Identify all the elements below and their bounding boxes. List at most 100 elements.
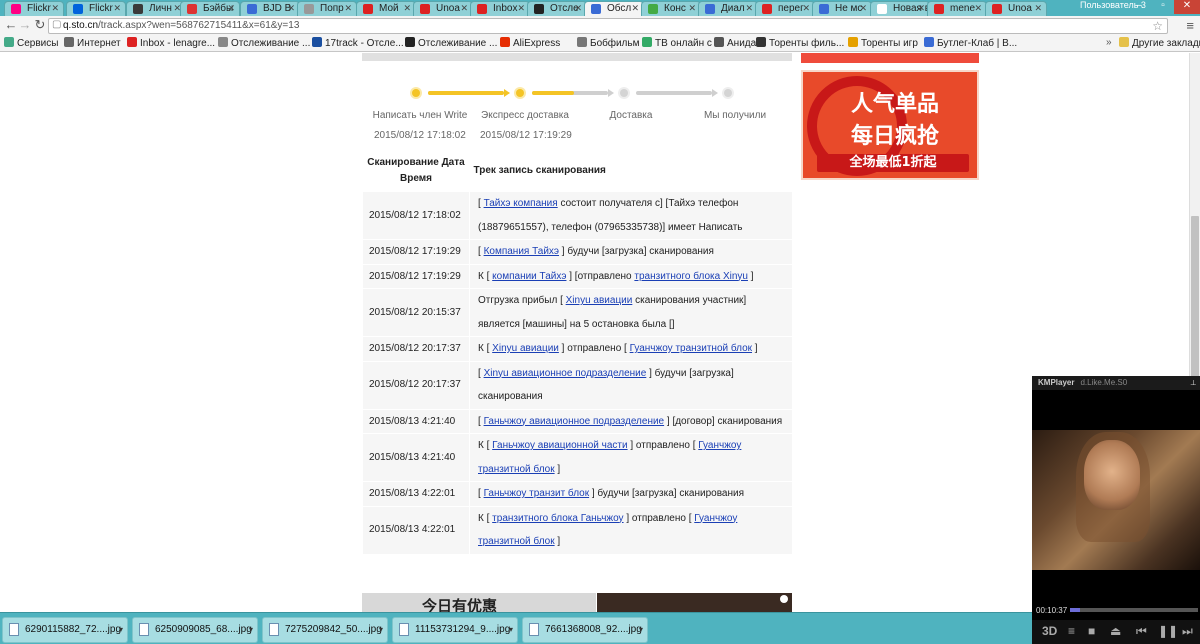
bookmark-7[interactable]: AliExpress [500, 37, 560, 49]
tab-close-icon[interactable]: ✕ [51, 2, 59, 15]
tab-close-icon[interactable]: ✕ [344, 2, 352, 15]
tab-close-icon[interactable]: ✕ [227, 2, 235, 15]
tab-15[interactable]: Не мс ✕ [812, 1, 872, 16]
previous-icon[interactable]: ⏮ [1136, 624, 1147, 639]
maximize-button[interactable]: ▫ [1150, 0, 1176, 14]
tab-11[interactable]: Обсл ✕ [584, 1, 644, 16]
record-link[interactable]: компании Тайхэ [492, 271, 566, 282]
record-link[interactable]: транзитного блока Xinyu [634, 271, 748, 282]
bookmark-9[interactable]: ТВ онлайн с [642, 37, 712, 49]
tab-17[interactable]: mene ✕ [927, 1, 987, 16]
tab-favicon [705, 4, 715, 14]
tab-close-icon[interactable]: ✕ [745, 2, 753, 15]
tab-13[interactable]: Диал ✕ [698, 1, 758, 16]
tab-close-icon[interactable]: ✕ [688, 2, 696, 15]
kmplayer-titlebar[interactable]: KMPlayer d.Like.Me.S0 ⟂ [1032, 376, 1200, 390]
bookmark-6[interactable]: Отслеживание ... [405, 37, 497, 49]
bookmark-12[interactable]: Торенты игр [848, 37, 918, 49]
minimize-button[interactable]: – [1126, 0, 1152, 14]
tab-close-icon[interactable]: ✕ [460, 2, 468, 15]
close-window-button[interactable]: ✕ [1174, 0, 1200, 14]
next-icon[interactable]: ⏭ [1182, 624, 1193, 639]
chevron-down-icon[interactable]: ▾ [119, 618, 123, 642]
3d-icon[interactable]: 3D [1042, 624, 1057, 638]
bookmark-10[interactable]: Анидаб [714, 37, 762, 49]
tab-18[interactable]: Unoa ✕ [985, 1, 1047, 16]
download-item[interactable]: 11153731294_9....jpg ▾ [392, 617, 518, 643]
chevron-down-icon[interactable]: ▾ [379, 618, 383, 642]
stop-icon[interactable]: ■ [1088, 624, 1095, 638]
tab-close-icon[interactable]: ✕ [859, 2, 867, 15]
bottom-ad-right[interactable] [597, 593, 792, 612]
tab-close-icon[interactable]: ✕ [517, 2, 525, 15]
ad-close-icon[interactable] [780, 595, 788, 603]
seek-bar[interactable] [1070, 608, 1198, 612]
other-bookmarks[interactable]: Другие закладки [1119, 37, 1200, 49]
forward-icon[interactable]: → [18, 18, 32, 32]
chevron-down-icon[interactable]: ▾ [639, 618, 643, 642]
tab-10[interactable]: Отсле ✕ [527, 1, 587, 16]
back-icon[interactable]: ← [4, 18, 18, 32]
video-frame[interactable] [1032, 430, 1200, 570]
bookmark-5[interactable]: 17track - Отсле... [312, 37, 404, 49]
tab-6[interactable]: Попр ✕ [297, 1, 357, 16]
record-link[interactable]: Ганьчжоу транзит блок [484, 488, 590, 499]
tab-12[interactable]: Конс ✕ [641, 1, 701, 16]
chevron-down-icon[interactable]: ▾ [249, 618, 253, 642]
download-item[interactable]: 6290115882_72....jpg ▾ [2, 617, 128, 643]
tab-close-icon[interactable]: ✕ [403, 2, 411, 15]
tab-close-icon[interactable]: ✕ [974, 2, 982, 15]
bookmark-13[interactable]: Бутлег-Клаб | В... [924, 37, 1017, 49]
address-bar[interactable]: ▢ q.sto.cn/track.aspx?wen=568762715411&x… [48, 18, 1168, 34]
reload-icon[interactable]: ↻ [33, 18, 47, 32]
tab-3[interactable]: Личн ✕ [126, 1, 186, 16]
bookmark-3[interactable]: Inbox - lenagre... [127, 37, 215, 49]
record-link[interactable]: Xinyu авиационное подразделение [484, 368, 647, 379]
menu-icon[interactable]: ≡ [1186, 18, 1194, 33]
tab-8[interactable]: Unoa ✕ [413, 1, 473, 16]
bookmark-8[interactable]: Бобфильм [577, 37, 639, 49]
url-host: q.sto.cn [63, 20, 99, 31]
tab-9[interactable]: Inbox ✕ [470, 1, 530, 16]
download-item[interactable]: 7275209842_50....jpg ▾ [262, 617, 388, 643]
tab-1[interactable]: Flickr ✕ [4, 1, 64, 16]
record-link[interactable]: Гуанчжоу транзитной блок [630, 343, 752, 354]
bookmark-11[interactable]: Торенты филь... [756, 37, 844, 49]
eject-icon[interactable]: ⏏ [1110, 624, 1121, 638]
tab-close-icon[interactable]: ✕ [1034, 2, 1042, 15]
tab-7[interactable]: Мой ✕ [356, 1, 416, 16]
record-link[interactable]: транзитного блока Ганьчжоу [492, 513, 623, 524]
menu-icon[interactable]: ≡ [1068, 624, 1075, 638]
record-link[interactable]: Компания Тайхэ [484, 246, 559, 257]
bottom-ad-left[interactable]: 今日有优惠 [362, 593, 596, 612]
chevron-down-icon[interactable]: ▾ [509, 618, 513, 642]
ad-banner-top[interactable] [801, 53, 979, 63]
record-link[interactable]: Ганьчжоу авиационной части [492, 440, 627, 451]
download-item[interactable]: 6250909085_68....jpg ▾ [132, 617, 258, 643]
tab-4[interactable]: Бэйбы ✕ [180, 1, 240, 16]
more-bookmarks-chevron[interactable]: » [1106, 37, 1112, 48]
ad-banner[interactable]: 人气单品 每日疯抢 全场最低1折起 [801, 70, 979, 180]
download-item[interactable]: 7661368008_92....jpg ▾ [522, 617, 648, 643]
tab-close-icon[interactable]: ✕ [631, 2, 639, 15]
tab-close-icon[interactable]: ✕ [113, 2, 121, 15]
record-link[interactable]: Xinyu авиации [566, 295, 633, 306]
tab-close-icon[interactable]: ✕ [574, 2, 582, 15]
tab-14[interactable]: перег ✕ [755, 1, 815, 16]
tab-16[interactable]: Новая в ✕ [870, 1, 930, 16]
bookmark-star-icon[interactable]: ☆ [1152, 19, 1163, 33]
tab-5[interactable]: BJD B ✕ [240, 1, 300, 16]
record-link[interactable]: Тайхэ компания [484, 198, 558, 209]
tab-close-icon[interactable]: ✕ [287, 2, 295, 15]
bookmark-2[interactable]: Интернет [64, 37, 121, 49]
tab-close-icon[interactable]: ✕ [917, 2, 925, 15]
tab-close-icon[interactable]: ✕ [802, 2, 810, 15]
kmplayer-window[interactable]: KMPlayer d.Like.Me.S0 ⟂ 00:10:37 3D ≡ ■ ⏏… [1032, 376, 1200, 644]
record-link[interactable]: Xinyu авиации [492, 343, 559, 354]
bookmark-4[interactable]: Отслеживание ... [218, 37, 310, 49]
pause-icon[interactable]: ❚❚ [1158, 624, 1178, 638]
record-link[interactable]: Ганьчжоу авиационное подразделение [484, 416, 665, 427]
pin-icon[interactable]: ⟂ [1191, 376, 1196, 390]
tab-2[interactable]: Flickr ✕ [66, 1, 126, 16]
bookmark-1[interactable]: Сервисы [4, 37, 58, 49]
